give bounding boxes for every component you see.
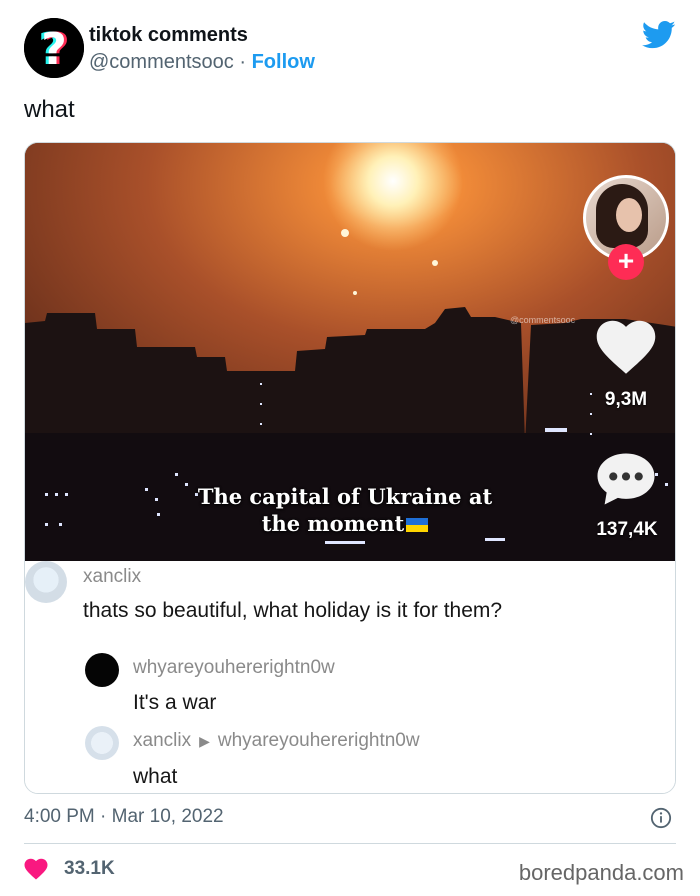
comment-username[interactable]: xanclix (83, 566, 141, 588)
tweet-timestamp[interactable]: 4:00 PM · Mar 10, 2022 (24, 806, 224, 828)
reply-avatar[interactable] (85, 653, 119, 687)
source-watermark: boredpanda.com (518, 860, 684, 885)
caption-line-2: the moment (165, 510, 525, 537)
handle-separator: · (239, 51, 247, 73)
twitter-bird-icon[interactable] (642, 20, 676, 50)
heart-icon[interactable] (595, 319, 657, 375)
reply-arrow-icon: ▶ (199, 733, 210, 749)
author-handle[interactable]: @commentsooc (89, 51, 234, 73)
like-heart-icon[interactable] (24, 858, 48, 880)
question-mark-avatar-icon: ? ? ? (24, 18, 84, 78)
reply-to-username[interactable]: whyareyouhererightn0w (218, 730, 420, 751)
svg-text:?: ? (41, 24, 67, 75)
author-name[interactable]: tiktok comments (89, 24, 248, 47)
caption-line-2-text: the moment (261, 511, 405, 536)
ukraine-flag-icon (406, 518, 429, 532)
video-comment-count: 137,4K (596, 519, 658, 540)
video-watermark: @commentsooc (510, 315, 576, 325)
video-caption: The capital of Ukraine at the moment (165, 483, 525, 537)
author-avatar[interactable]: ? ? ? (24, 18, 84, 78)
reply-username[interactable]: whyareyouhererightn0w (133, 657, 335, 679)
avatar-face (616, 198, 642, 232)
reply-username[interactable]: xanclix (133, 730, 191, 751)
comment-bubble-icon[interactable] (595, 451, 657, 507)
reply-text: what (133, 765, 178, 788)
reply-text: It's a war (133, 691, 217, 714)
video-like-count: 9,3M (604, 389, 648, 410)
tweet-text: what (24, 96, 75, 123)
comment-text: thats so beautiful, what holiday is it f… (83, 599, 503, 622)
follow-button[interactable]: Follow (252, 51, 315, 73)
tiktok-video-frame[interactable]: @commentsooc The capital of Ukraine at t… (25, 143, 675, 561)
comment-thread: xanclix thats so beautiful, what holiday… (25, 561, 675, 793)
follow-plus-button[interactable]: + (608, 244, 644, 280)
reply-header: xanclix ▶ whyareyouhererightn0w (133, 730, 420, 752)
media-card[interactable]: @commentsooc The capital of Ukraine at t… (24, 142, 676, 794)
like-count: 33.1K (64, 858, 115, 879)
caption-line-1: The capital of Ukraine at (197, 484, 493, 509)
divider (24, 843, 676, 844)
reply-avatar[interactable] (85, 726, 119, 760)
author-handle-line: @commentsooc · Follow (89, 51, 315, 74)
tweet-header: ? ? ? tiktok comments @commentsooc · Fol… (24, 18, 676, 82)
info-icon[interactable] (650, 807, 672, 829)
commenter-avatar[interactable] (25, 561, 67, 603)
